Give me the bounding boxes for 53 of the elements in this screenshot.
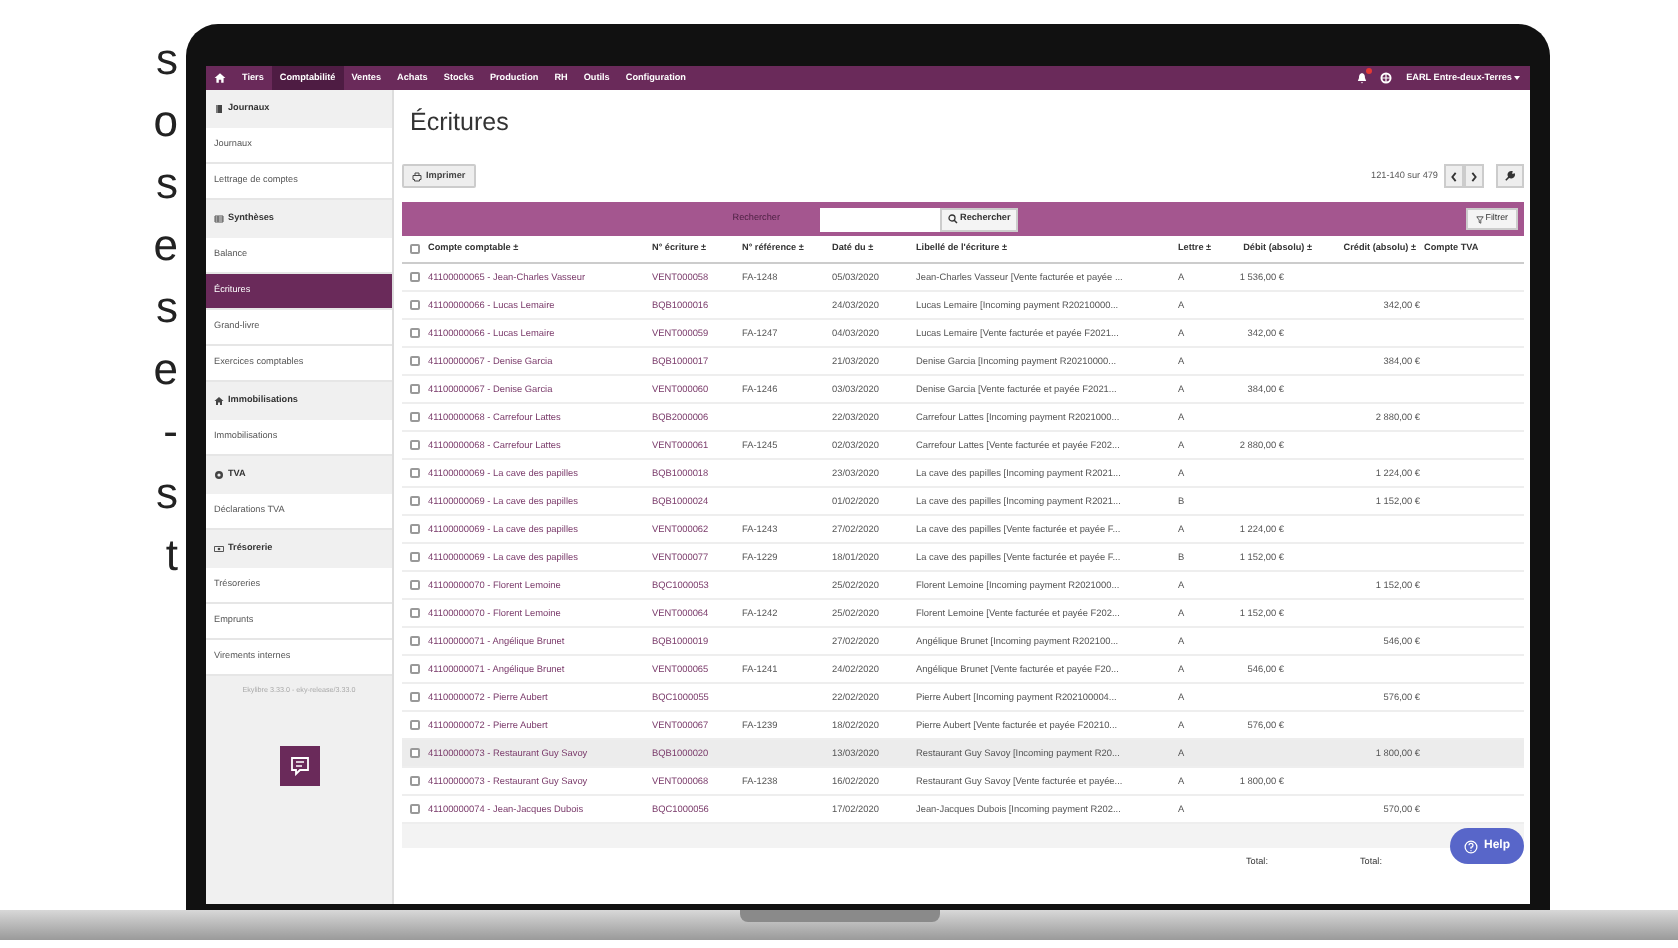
page-title: Écritures: [410, 105, 509, 140]
checkbox[interactable]: [410, 272, 420, 282]
printer-icon: [412, 171, 422, 181]
next-page-button[interactable]: [1464, 164, 1484, 188]
settings-button[interactable]: [1496, 164, 1524, 188]
previous-page-button[interactable]: [1444, 164, 1464, 188]
side-text: s: [156, 32, 178, 88]
checkbox[interactable]: [410, 664, 420, 674]
side-text: s: [156, 466, 178, 522]
side-text: e: [153, 342, 178, 398]
chat-icon: [289, 756, 309, 777]
checkbox[interactable]: [410, 328, 420, 338]
book-icon: [214, 104, 224, 114]
chevron-left-icon: [1450, 171, 1458, 181]
side-text: -: [163, 404, 178, 460]
banknote-icon: [214, 544, 224, 554]
checkbox[interactable]: [410, 412, 420, 422]
table-icon: [214, 214, 224, 224]
side-text: t: [165, 528, 178, 584]
checkbox[interactable]: [410, 608, 420, 618]
side-text: s: [156, 280, 178, 336]
search-field[interactable]: [820, 207, 940, 231]
side-text: o: [153, 94, 178, 150]
checkbox[interactable]: [410, 720, 420, 730]
question-circle-icon: [1463, 839, 1478, 853]
lifebuoy-icon[interactable]: [1380, 72, 1393, 84]
search-icon: [948, 214, 958, 224]
checkbox[interactable]: [410, 636, 420, 646]
checkbox[interactable]: [410, 468, 420, 478]
caret-icon: [1514, 75, 1520, 80]
filter-icon: [1475, 215, 1484, 223]
home-icon[interactable]: [214, 72, 226, 84]
checkbox[interactable]: [410, 244, 420, 254]
checkbox[interactable]: [410, 524, 420, 534]
checkbox[interactable]: [410, 440, 420, 450]
checkbox[interactable]: [410, 804, 420, 814]
notification-badge-icon: [1366, 68, 1373, 74]
home-icon: [214, 396, 224, 406]
side-text: e: [153, 218, 178, 274]
checkbox[interactable]: [410, 356, 420, 366]
checkbox[interactable]: [410, 384, 420, 394]
wrench-icon: [1504, 170, 1516, 182]
checkbox[interactable]: [410, 300, 420, 310]
bell-icon[interactable]: [1356, 72, 1369, 84]
chat-button[interactable]: [279, 746, 319, 787]
checkbox[interactable]: [410, 748, 420, 758]
checkbox[interactable]: [410, 692, 420, 702]
checkbox[interactable]: [410, 552, 420, 562]
checkbox[interactable]: [410, 776, 420, 786]
checkbox[interactable]: [410, 580, 420, 590]
chevron-right-icon: [1470, 171, 1478, 181]
checkbox[interactable]: [410, 496, 420, 506]
side-text: s: [156, 156, 178, 212]
